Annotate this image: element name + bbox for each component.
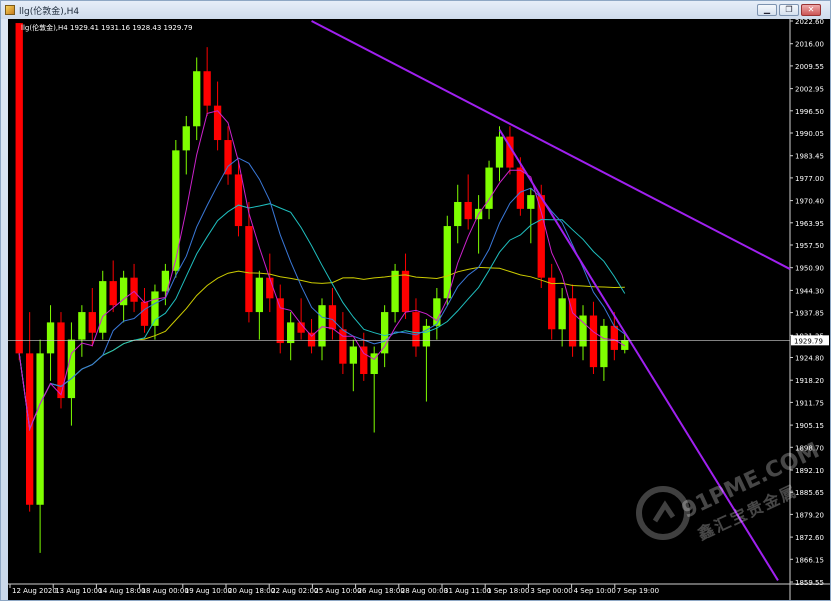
candle-body: [433, 298, 441, 326]
y-tick-label: 1990.05: [795, 130, 824, 138]
candle-body: [193, 71, 201, 127]
y-tick-label: 1996.50: [795, 108, 824, 116]
candle-body: [255, 277, 264, 313]
candle-body: [307, 332, 316, 347]
x-tick-label: 22 Aug 02:00: [271, 587, 318, 595]
y-tick-label: 1944.30: [795, 287, 824, 295]
y-tick-label: 1963.95: [795, 220, 824, 228]
candle-body: [610, 325, 618, 350]
candle-body: [568, 298, 577, 347]
x-tick-label: 19 Aug 10:00: [185, 587, 232, 595]
x-tick-label: 7 Sep 19:00: [617, 587, 659, 595]
x-tick-label: 14 Aug 18:00: [98, 587, 145, 595]
candle-body: [140, 301, 149, 326]
upper-trendline: [311, 20, 791, 270]
y-tick-label: 1866.15: [795, 556, 824, 564]
x-tick-label: 28 Aug 00:00: [401, 587, 448, 595]
candle-body: [391, 270, 399, 313]
y-tick-label: 1977.00: [795, 175, 824, 183]
x-tick-label: 26 Aug 18:00: [358, 587, 405, 595]
ma-magenta-line: [18, 110, 626, 432]
chart-legend: llg(伦敦金),H4 1929.41 1931.16 1928.43 1929…: [21, 23, 192, 33]
current-price-label: 1929.79: [794, 337, 823, 345]
y-tick-label: 1918.20: [795, 377, 824, 385]
x-tick-label: 20 Aug 18:00: [228, 587, 275, 595]
restore-button[interactable]: ❐: [779, 4, 799, 16]
legend-symbol: llg(伦敦金),H4: [21, 24, 68, 32]
candle-body: [589, 315, 598, 368]
candle-body: [621, 340, 629, 350]
candle-body: [495, 136, 504, 168]
x-tick-label: 13 Aug 10:00: [55, 587, 102, 595]
candle-body: [224, 140, 232, 175]
candle-body: [182, 126, 190, 151]
candle-body: [266, 277, 274, 299]
title-bar[interactable]: llg(伦敦金),H4 ▁ ❐ ✕: [1, 1, 830, 19]
candle-body: [527, 195, 535, 209]
x-tick-label: 25 Aug 10:00: [314, 587, 361, 595]
y-tick-label: 2016.00: [795, 41, 824, 49]
x-tick-label: 4 Sep 10:00: [574, 587, 616, 595]
candle-body: [287, 322, 295, 344]
candle-body: [46, 322, 55, 354]
y-tick-label: 1905.15: [795, 422, 824, 430]
candle-body: [600, 325, 608, 368]
y-tick-label: 2009.55: [795, 63, 824, 71]
candle-body: [328, 305, 337, 330]
terminal-window: llg(伦敦金),H4 ▁ ❐ ✕ 2022.60 2016.00 2009.55 2…: [0, 0, 831, 601]
candle-body: [401, 270, 410, 313]
candle-body: [516, 167, 525, 209]
x-tick-label: 3 Sep 00:00: [530, 587, 572, 595]
candle-body: [172, 150, 180, 271]
candle-body: [67, 339, 76, 399]
candle-body: [99, 281, 107, 333]
candle-body: [130, 277, 138, 302]
chart-window-icon: [5, 5, 15, 15]
close-button[interactable]: ✕: [801, 4, 821, 16]
candle-body: [537, 195, 545, 278]
y-tick-label: 1970.40: [795, 198, 824, 206]
candle-body: [15, 23, 23, 354]
candle-body: [412, 312, 420, 347]
candle-body: [276, 298, 284, 344]
y-tick-label: 2002.95: [795, 86, 824, 94]
minimize-button[interactable]: ▁: [757, 4, 777, 16]
legend-ohlc: 1929.41 1931.16 1928.43 1929.79: [69, 24, 193, 32]
candle-body: [245, 226, 253, 313]
candle-body: [78, 312, 86, 340]
y-tick-label: 1957.50: [795, 242, 824, 250]
x-tick-label: 1 Sep 18:00: [487, 587, 529, 595]
candle-body: [36, 353, 44, 505]
x-tick-label: 18 Aug 00:00: [142, 587, 189, 595]
y-tick-label: 2022.60: [795, 19, 824, 26]
y-tick-label: 1911.75: [795, 399, 824, 407]
candle-body: [88, 312, 96, 333]
x-tick-label: 12 Aug 2020: [12, 587, 57, 595]
x-tick-label: 31 Aug 11:00: [444, 587, 491, 595]
y-tick-label: 1950.90: [795, 265, 824, 273]
candle-body: [349, 346, 357, 364]
window-title: llg(伦敦金),H4: [19, 7, 80, 17]
candle-body: [360, 346, 368, 375]
candle-body: [234, 174, 243, 227]
y-tick-label: 1937.85: [795, 310, 824, 318]
y-tick-label: 1983.45: [795, 153, 824, 161]
candle-body: [464, 201, 472, 220]
candle-body: [109, 281, 117, 306]
candle-body: [443, 226, 451, 299]
watermark-logo: 91PME.COM 鑫汇宝贵金属: [633, 438, 823, 551]
y-tick-label: 1924.80: [795, 354, 824, 362]
y-tick-label: 1859.55: [795, 579, 824, 587]
candle-body: [558, 298, 566, 330]
candle-body: [203, 71, 211, 106]
candle-body: [548, 277, 556, 330]
candle-body: [454, 201, 462, 227]
